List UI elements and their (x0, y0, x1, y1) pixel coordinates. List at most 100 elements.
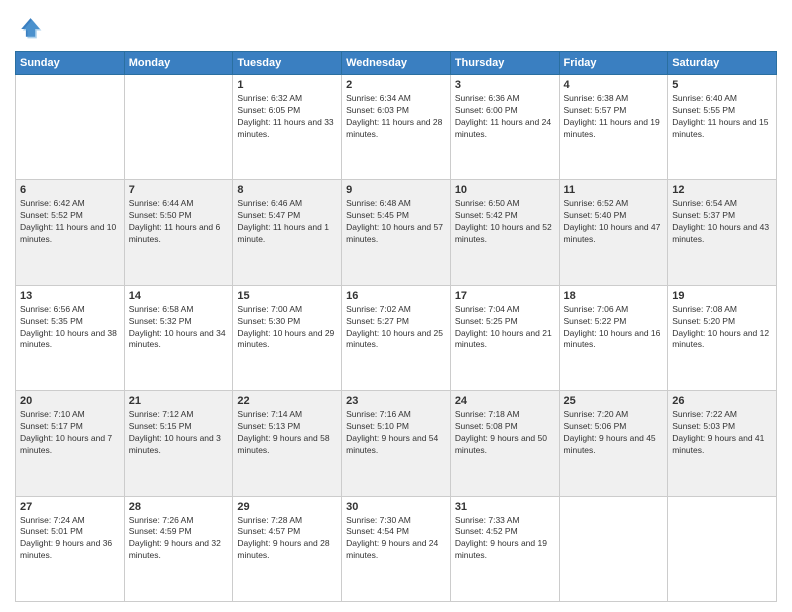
day-number: 7 (129, 184, 229, 196)
day-info: Sunrise: 6:46 AMSunset: 5:47 PMDaylight:… (237, 198, 337, 246)
day-info: Sunrise: 7:16 AMSunset: 5:10 PMDaylight:… (346, 409, 446, 457)
page: SundayMondayTuesdayWednesdayThursdayFrid… (0, 0, 792, 612)
week-row-2: 13Sunrise: 6:56 AMSunset: 5:35 PMDayligh… (16, 285, 777, 390)
day-number: 31 (455, 501, 555, 513)
calendar-cell: 21Sunrise: 7:12 AMSunset: 5:15 PMDayligh… (124, 391, 233, 496)
calendar-cell (559, 496, 668, 601)
calendar-cell: 3 Sunrise: 6:36 AMSunset: 6:00 PMDaylight… (450, 75, 559, 180)
day-info: Sunrise: 6:54 AMSunset: 5:37 PMDaylight:… (672, 198, 772, 246)
day-number: 20 (20, 395, 120, 407)
day-info: Sunrise: 7:14 AMSunset: 5:13 PMDaylight:… (237, 409, 337, 457)
day-number: 17 (455, 290, 555, 302)
day-number: 18 (564, 290, 664, 302)
day-number: 12 (672, 184, 772, 196)
day-info: Sunrise: 7:18 AMSunset: 5:08 PMDaylight:… (455, 409, 555, 457)
calendar-cell: 22Sunrise: 7:14 AMSunset: 5:13 PMDayligh… (233, 391, 342, 496)
calendar-cell: 18 Sunrise: 7:06 AMSunset: 5:22 PMDayligh… (559, 285, 668, 390)
header (15, 15, 777, 43)
day-info: Sunrise: 7:20 AMSunset: 5:06 PMDaylight:… (564, 409, 664, 457)
calendar-cell: 5 Sunrise: 6:40 AMSunset: 5:55 PMDaylight… (668, 75, 777, 180)
day-number: 2 (346, 79, 446, 91)
day-info: Sunrise: 6:52 AMSunset: 5:40 PMDaylight:… (564, 198, 664, 246)
day-number: 5 (672, 79, 772, 91)
calendar-cell: 27 Sunrise: 7:24 AMSunset: 5:01 PMDayligh… (16, 496, 125, 601)
day-info: Sunrise: 7:26 AMSunset: 4:59 PMDaylight:… (129, 515, 229, 563)
calendar-cell: 15Sunrise: 7:00 AMSunset: 5:30 PMDayligh… (233, 285, 342, 390)
calendar-cell: 12 Sunrise: 6:54 AMSunset: 5:37 PMDayligh… (668, 180, 777, 285)
day-number: 28 (129, 501, 229, 513)
calendar-cell: 20 Sunrise: 7:10 AMSunset: 5:17 PMDayligh… (16, 391, 125, 496)
day-info: Sunrise: 6:38 AMSunset: 5:57 PMDaylight:… (564, 93, 664, 141)
calendar-cell: 13Sunrise: 6:56 AMSunset: 5:35 PMDayligh… (16, 285, 125, 390)
day-info: Sunrise: 7:00 AMSunset: 5:30 PMDaylight:… (237, 304, 337, 352)
calendar-cell: 28 Sunrise: 7:26 AMSunset: 4:59 PMDayligh… (124, 496, 233, 601)
day-number: 4 (564, 79, 664, 91)
day-info: Sunrise: 6:32 AMSunset: 6:05 PMDaylight:… (237, 93, 337, 141)
day-info: Sunrise: 6:50 AMSunset: 5:42 PMDaylight:… (455, 198, 555, 246)
day-info: Sunrise: 6:48 AMSunset: 5:45 PMDaylight:… (346, 198, 446, 246)
calendar-cell: 23 Sunrise: 7:16 AMSunset: 5:10 PMDayligh… (342, 391, 451, 496)
calendar-cell: 14Sunrise: 6:58 AMSunset: 5:32 PMDayligh… (124, 285, 233, 390)
day-number: 11 (564, 184, 664, 196)
calendar-cell: 19Sunrise: 7:08 AMSunset: 5:20 PMDayligh… (668, 285, 777, 390)
header-row: SundayMondayTuesdayWednesdayThursdayFrid… (16, 52, 777, 75)
day-number: 10 (455, 184, 555, 196)
day-number: 9 (346, 184, 446, 196)
day-header-wednesday: Wednesday (342, 52, 451, 75)
calendar-cell: 7 Sunrise: 6:44 AMSunset: 5:50 PMDaylight… (124, 180, 233, 285)
day-number: 16 (346, 290, 446, 302)
calendar-cell: 31 Sunrise: 7:33 AMSunset: 4:52 PMDayligh… (450, 496, 559, 601)
calendar-cell: 29Sunrise: 7:28 AMSunset: 4:57 PMDayligh… (233, 496, 342, 601)
day-info: Sunrise: 7:22 AMSunset: 5:03 PMDaylight:… (672, 409, 772, 457)
day-number: 1 (237, 79, 337, 91)
day-info: Sunrise: 7:08 AMSunset: 5:20 PMDaylight:… (672, 304, 772, 352)
calendar-cell: 24 Sunrise: 7:18 AMSunset: 5:08 PMDayligh… (450, 391, 559, 496)
day-header-tuesday: Tuesday (233, 52, 342, 75)
calendar-cell: 9 Sunrise: 6:48 AMSunset: 5:45 PMDaylight… (342, 180, 451, 285)
day-info: Sunrise: 6:36 AMSunset: 6:00 PMDaylight:… (455, 93, 555, 141)
day-info: Sunrise: 6:42 AMSunset: 5:52 PMDaylight:… (20, 198, 120, 246)
day-number: 27 (20, 501, 120, 513)
day-number: 30 (346, 501, 446, 513)
day-info: Sunrise: 6:56 AMSunset: 5:35 PMDaylight:… (20, 304, 120, 352)
day-header-monday: Monday (124, 52, 233, 75)
day-info: Sunrise: 6:40 AMSunset: 5:55 PMDaylight:… (672, 93, 772, 141)
calendar-cell: 6Sunrise: 6:42 AMSunset: 5:52 PMDaylight… (16, 180, 125, 285)
day-info: Sunrise: 7:06 AMSunset: 5:22 PMDaylight:… (564, 304, 664, 352)
calendar-cell: 11 Sunrise: 6:52 AMSunset: 5:40 PMDayligh… (559, 180, 668, 285)
calendar-table: SundayMondayTuesdayWednesdayThursdayFrid… (15, 51, 777, 602)
day-info: Sunrise: 7:33 AMSunset: 4:52 PMDaylight:… (455, 515, 555, 563)
day-info: Sunrise: 7:10 AMSunset: 5:17 PMDaylight:… (20, 409, 120, 457)
calendar-cell: 1 Sunrise: 6:32 AMSunset: 6:05 PMDaylight… (233, 75, 342, 180)
day-number: 26 (672, 395, 772, 407)
day-info: Sunrise: 7:24 AMSunset: 5:01 PMDaylight:… (20, 515, 120, 563)
day-info: Sunrise: 6:44 AMSunset: 5:50 PMDaylight:… (129, 198, 229, 246)
calendar-cell: 10 Sunrise: 6:50 AMSunset: 5:42 PMDayligh… (450, 180, 559, 285)
day-header-saturday: Saturday (668, 52, 777, 75)
calendar-cell: 8 Sunrise: 6:46 AMSunset: 5:47 PMDaylight… (233, 180, 342, 285)
day-info: Sunrise: 7:02 AMSunset: 5:27 PMDaylight:… (346, 304, 446, 352)
calendar-cell: 25 Sunrise: 7:20 AMSunset: 5:06 PMDayligh… (559, 391, 668, 496)
day-number: 25 (564, 395, 664, 407)
week-row-4: 27 Sunrise: 7:24 AMSunset: 5:01 PMDayligh… (16, 496, 777, 601)
day-header-thursday: Thursday (450, 52, 559, 75)
logo (15, 15, 47, 43)
day-number: 21 (129, 395, 229, 407)
day-info: Sunrise: 6:34 AMSunset: 6:03 PMDaylight:… (346, 93, 446, 141)
calendar-cell: 26 Sunrise: 7:22 AMSunset: 5:03 PMDayligh… (668, 391, 777, 496)
calendar-cell: 30 Sunrise: 7:30 AMSunset: 4:54 PMDayligh… (342, 496, 451, 601)
day-info: Sunrise: 7:30 AMSunset: 4:54 PMDaylight:… (346, 515, 446, 563)
calendar-cell (124, 75, 233, 180)
week-row-0: 1 Sunrise: 6:32 AMSunset: 6:05 PMDaylight… (16, 75, 777, 180)
calendar-cell: 16 Sunrise: 7:02 AMSunset: 5:27 PMDayligh… (342, 285, 451, 390)
day-number: 24 (455, 395, 555, 407)
day-header-friday: Friday (559, 52, 668, 75)
day-number: 8 (237, 184, 337, 196)
day-number: 23 (346, 395, 446, 407)
calendar-cell: 2 Sunrise: 6:34 AMSunset: 6:03 PMDaylight… (342, 75, 451, 180)
week-row-3: 20 Sunrise: 7:10 AMSunset: 5:17 PMDayligh… (16, 391, 777, 496)
calendar-cell (668, 496, 777, 601)
calendar-cell: 17Sunrise: 7:04 AMSunset: 5:25 PMDayligh… (450, 285, 559, 390)
day-number: 3 (455, 79, 555, 91)
day-number: 29 (237, 501, 337, 513)
